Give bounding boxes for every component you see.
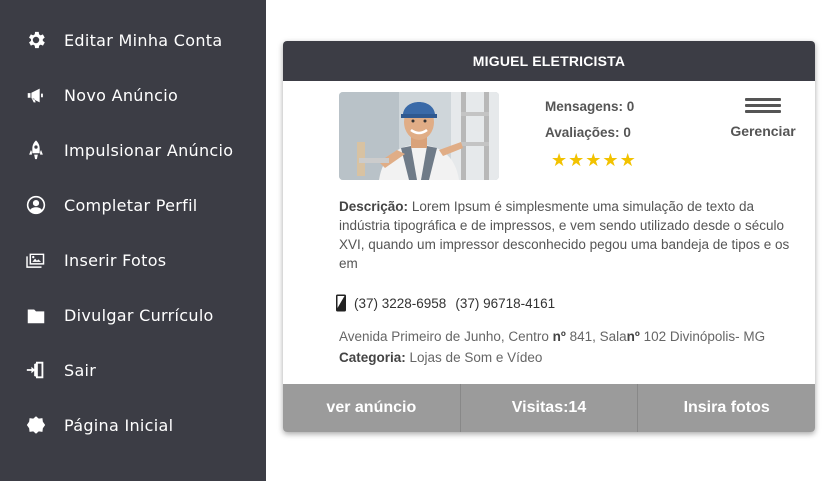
category-label: Categoria:: [339, 350, 406, 365]
rating-stars: ★ ★ ★ ★ ★: [551, 150, 636, 170]
sidebar-item-label: Divulgar Currículo: [64, 305, 214, 325]
ad-title: MIGUEL ELETRICISTA: [283, 41, 815, 81]
gear-icon: [24, 28, 48, 52]
phone-1[interactable]: (37) 3228-6958: [354, 296, 446, 311]
manage-label: Gerenciar: [730, 123, 796, 139]
description-label: Descrição:: [339, 199, 409, 214]
sidebar-item-logout[interactable]: Sair: [0, 350, 266, 390]
sidebar-item-insert-photos[interactable]: Inserir Fotos: [0, 240, 266, 280]
view-ad-button[interactable]: ver anúncio: [283, 384, 461, 432]
hamburger-menu-icon: [745, 98, 781, 114]
exit-door-icon: [24, 358, 48, 382]
messages-label: Mensagens:: [545, 99, 624, 114]
sidebar-item-share-resume[interactable]: Divulgar Currículo: [0, 295, 266, 335]
ad-photo[interactable]: [339, 92, 499, 180]
address-street: Avenida Primeiro de Junho, Centro: [339, 329, 549, 344]
mobile-phone-icon: [335, 294, 349, 312]
sidebar: Editar Minha Conta Novo Anúncio Impulsio…: [0, 0, 266, 481]
messages-count: 0: [626, 99, 635, 114]
reviews-stat: Avaliações: 0: [545, 125, 631, 140]
sidebar-item-label: Completar Perfil: [64, 195, 198, 215]
sidebar-item-label: Editar Minha Conta: [64, 30, 223, 50]
ad-description: Descrição: Lorem Ipsum é simplesmente um…: [339, 197, 799, 273]
address-room-label: nº: [626, 329, 640, 344]
sidebar-item-home[interactable]: Página Inicial: [0, 405, 266, 445]
megaphone-icon: [24, 83, 48, 107]
phone-2[interactable]: (37) 96718-4161: [455, 296, 555, 311]
sidebar-item-label: Página Inicial: [64, 415, 174, 435]
star-icon: ★: [619, 150, 636, 170]
reviews-label: Avaliações:: [545, 125, 620, 140]
sidebar-item-new-ad[interactable]: Novo Anúncio: [0, 75, 266, 115]
category-value: Lojas de Som e Vídeo: [409, 350, 543, 365]
star-icon: ★: [568, 150, 585, 170]
sidebar-item-boost-ad[interactable]: Impulsionar Anúncio: [0, 130, 266, 170]
sidebar-item-label: Inserir Fotos: [64, 250, 167, 270]
messages-stat: Mensagens: 0: [545, 99, 634, 114]
sidebar-item-complete-profile[interactable]: Completar Perfil: [0, 185, 266, 225]
sidebar-item-label: Sair: [64, 360, 97, 380]
ad-address: Avenida Primeiro de Junho, Centro nº 841…: [339, 329, 765, 344]
ad-card: MIGUEL ELETRICISTA Mensagens: 0 Avaliaçõ…: [283, 41, 815, 432]
ad-category: Categoria: Lojas de Som e Vídeo: [339, 350, 542, 365]
home-blob-icon: [24, 413, 48, 437]
images-icon: [24, 248, 48, 272]
reviews-count: 0: [623, 125, 631, 140]
manage-button[interactable]: Gerenciar: [725, 95, 801, 141]
insert-photos-button[interactable]: Insira fotos: [638, 384, 815, 432]
briefcase-folder-icon: [24, 303, 48, 327]
sidebar-item-label: Impulsionar Anúncio: [64, 140, 234, 160]
address-number-label: nº: [552, 329, 566, 344]
user-circle-icon: [24, 193, 48, 217]
star-icon: ★: [585, 150, 602, 170]
star-icon: ★: [551, 150, 568, 170]
phone-numbers: (37) 3228-6958 (37) 96718-4161: [335, 293, 555, 313]
address-room: 102 Divinópolis- MG: [643, 329, 766, 344]
sidebar-item-label: Novo Anúncio: [64, 85, 179, 105]
card-footer: ver anúncio Visitas:14 Insira fotos: [283, 384, 815, 432]
star-icon: ★: [602, 150, 619, 170]
address-number: 841, Sala: [569, 329, 627, 344]
visits-counter[interactable]: Visitas:14: [461, 384, 639, 432]
sidebar-item-edit-account[interactable]: Editar Minha Conta: [0, 20, 266, 60]
rocket-icon: [24, 138, 48, 162]
